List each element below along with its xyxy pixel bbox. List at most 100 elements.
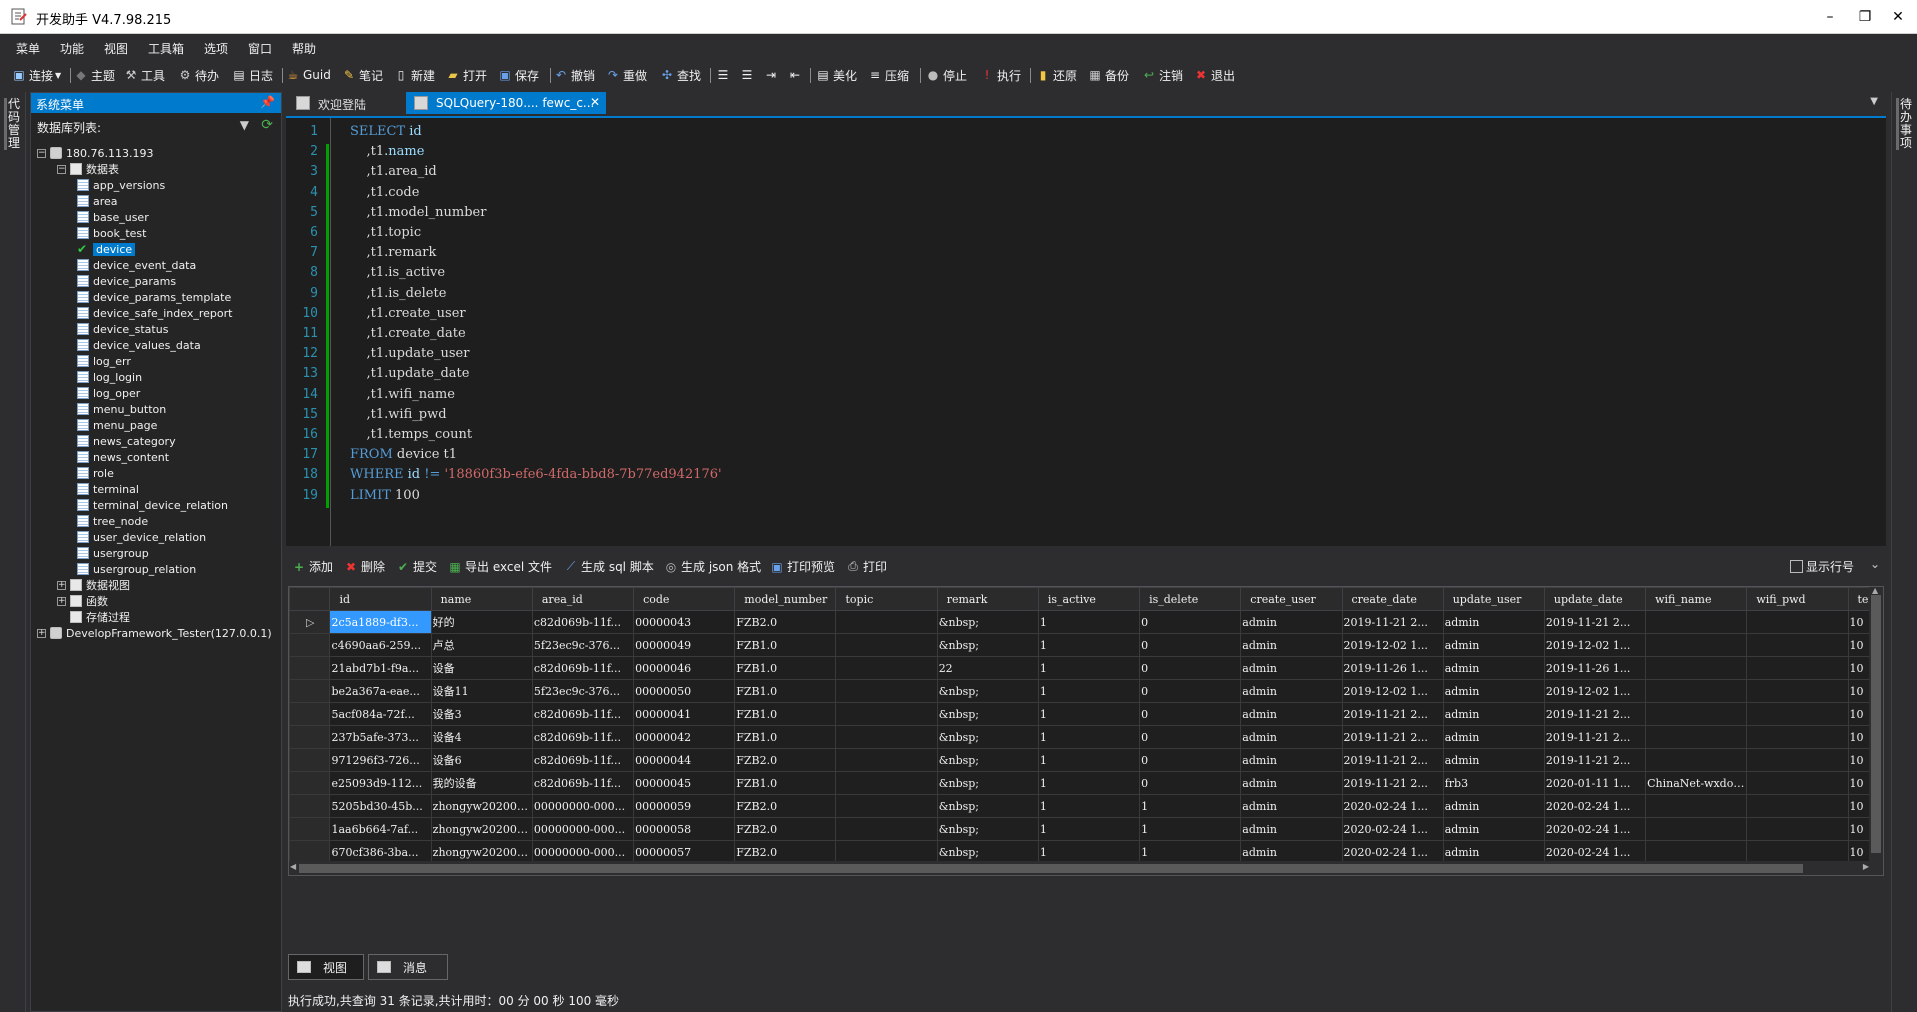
table-cell[interactable] <box>1645 656 1748 680</box>
table-cell[interactable]: zhongyw20200224 <box>430 817 533 841</box>
toolbar-theme-button[interactable]: ◆ 主题 <box>74 66 115 84</box>
table-cell[interactable]: 1 <box>1037 771 1141 795</box>
table-cell[interactable]: 0 <box>1139 656 1242 680</box>
table-cell[interactable]: FZB1.0 <box>734 771 837 795</box>
table-cell[interactable] <box>835 656 938 680</box>
column-header[interactable]: topic <box>835 587 938 611</box>
table-cell[interactable]: 1 <box>1139 817 1242 841</box>
table-cell[interactable]: 2020-02-24 1... <box>1543 817 1647 841</box>
table-cell[interactable]: 2019-11-21 2... <box>1543 702 1647 726</box>
table-cell[interactable]: FZB2.0 <box>734 610 837 634</box>
table-row[interactable]: 1aa6b664-7af... zhongyw20200224 00000000-0… <box>289 817 1880 841</box>
table-cell[interactable]: 1 <box>1037 610 1141 634</box>
column-header[interactable]: create_date <box>1341 587 1444 611</box>
grid-delete-button[interactable]: ✖ 删除 <box>344 558 385 575</box>
row-header[interactable] <box>289 656 331 680</box>
column-header[interactable]: update_date <box>1543 587 1647 611</box>
tab-dropdown-icon[interactable]: ▼ <box>1870 96 1878 107</box>
table-cell[interactable]: 21abd7b1-f9a... <box>329 656 432 680</box>
toolbar-backup-button[interactable]: ▦ 备份 <box>1088 66 1129 84</box>
tree-node-table[interactable]: menu_button <box>77 401 166 417</box>
table-cell[interactable]: 1aa6b664-7af... <box>329 817 432 841</box>
filter-icon[interactable]: ▼ <box>240 118 249 132</box>
table-cell[interactable]: FZB1.0 <box>734 633 837 657</box>
chevron-down-icon[interactable]: ⌄ <box>1870 557 1880 571</box>
table-cell[interactable]: admin <box>1240 794 1343 818</box>
table-cell[interactable]: 2020-01-11 1... <box>1543 771 1647 795</box>
table-cell[interactable]: FZB2.0 <box>734 748 837 772</box>
tree-node-table[interactable]: ✔ device <box>77 241 136 257</box>
vertical-scrollbar[interactable]: ▲▼ <box>1869 587 1883 875</box>
table-cell[interactable]: 2c5a1889-df3... <box>329 610 432 634</box>
table-cell[interactable]: admin <box>1442 725 1545 749</box>
table-cell[interactable] <box>1746 725 1849 749</box>
table-cell[interactable]: 设备4 <box>430 725 533 749</box>
toolbar-execute-button[interactable]: ! 执行 <box>980 66 1021 84</box>
table-cell[interactable]: 00000058 <box>633 817 736 841</box>
table-cell[interactable]: e25093d9-112... <box>329 771 432 795</box>
table-cell[interactable] <box>1645 633 1748 657</box>
table-cell[interactable]: 2019-11-21 2... <box>1341 771 1444 795</box>
table-cell[interactable]: admin <box>1442 702 1545 726</box>
table-cell[interactable]: 1 <box>1139 794 1242 818</box>
sql-editor[interactable]: 1 2 3 4 5 6 7 8 9 10 11 12 13 14 15 16 17 18 19 SELECT id … <box>286 116 1886 546</box>
table-cell[interactable]: 1 <box>1037 794 1141 818</box>
tree-node-table[interactable]: device_status <box>77 321 168 337</box>
toolbar-save-button[interactable]: ▣ 保存 <box>498 66 539 84</box>
grid-gen-sql-button[interactable]: ⟋ 生成 sql 脚本 <box>564 558 654 575</box>
toolbar-log-button[interactable]: ▤ 日志 <box>232 66 273 84</box>
toolbar-tools-button[interactable]: ⚒ 工具 <box>124 66 165 84</box>
table-cell[interactable]: 1 <box>1037 748 1141 772</box>
table-row[interactable]: 5acf084a-72f... 设备3 c82d069b-11f... 0000004… <box>289 702 1880 726</box>
row-header[interactable] <box>289 702 331 726</box>
table-cell[interactable]: 00000050 <box>633 679 736 703</box>
tree-node-table[interactable]: terminal_device_relation <box>77 497 228 513</box>
row-header[interactable] <box>289 817 331 841</box>
table-cell[interactable]: FZB1.0 <box>734 702 837 726</box>
table-cell[interactable] <box>835 725 938 749</box>
table-row[interactable]: 971296f3-726... 设备6 c82d069b-11f... 0000004… <box>289 748 1880 772</box>
table-cell[interactable]: 2019-11-21 2... <box>1341 748 1444 772</box>
table-cell[interactable] <box>1746 702 1849 726</box>
table-cell[interactable]: c82d069b-11f... <box>531 656 635 680</box>
table-cell[interactable]: frb3 <box>1442 771 1545 795</box>
toolbar-restore-button[interactable]: ▮ 还原 <box>1036 66 1077 84</box>
table-cell[interactable]: zhongyw20200224 <box>430 794 533 818</box>
table-cell[interactable]: 00000045 <box>633 771 736 795</box>
row-header[interactable] <box>289 794 331 818</box>
table-cell[interactable]: 0 <box>1139 771 1242 795</box>
tree-node-table[interactable]: menu_page <box>77 417 157 433</box>
table-cell[interactable]: admin <box>1240 725 1343 749</box>
table-cell[interactable] <box>835 702 938 726</box>
menu-item-options[interactable]: 选项 <box>204 40 228 57</box>
table-cell[interactable] <box>1746 794 1849 818</box>
horizontal-scrollbar[interactable]: ◀ ▶ <box>289 861 1883 875</box>
tree-node-functions-folder[interactable]: + 函数 <box>57 593 108 609</box>
table-row[interactable]: 5205bd30-45b... zhongyw20200224 00000000-0… <box>289 794 1880 818</box>
table-cell[interactable]: FZB2.0 <box>734 817 837 841</box>
table-row[interactable]: 21abd7b1-f9a... 设备 c82d069b-11f... 00000046… <box>289 656 1880 680</box>
table-cell[interactable]: 00000059 <box>633 794 736 818</box>
table-cell[interactable]: 2019-11-21 2... <box>1341 702 1444 726</box>
tree-node-table[interactable]: area <box>77 193 118 209</box>
toolbar-find-button[interactable]: ✣ 查找 <box>660 66 701 84</box>
tree-node-table[interactable]: tree_node <box>77 513 148 529</box>
table-cell[interactable]: 5f23ec9c-376... <box>531 679 635 703</box>
tree-node-table[interactable]: log_login <box>77 369 142 385</box>
table-cell[interactable]: &nbsp; <box>936 633 1039 657</box>
table-cell[interactable]: FZB1.0 <box>734 679 837 703</box>
table-cell[interactable]: 2019-12-02 1... <box>1341 633 1444 657</box>
table-cell[interactable] <box>1746 748 1849 772</box>
grid-add-button[interactable]: + 添加 <box>292 558 333 575</box>
table-cell[interactable]: 0 <box>1139 610 1242 634</box>
row-header[interactable] <box>289 725 331 749</box>
table-cell[interactable]: c82d069b-11f... <box>531 748 635 772</box>
tree-node-table[interactable]: usergroup <box>77 545 149 561</box>
table-cell[interactable]: &nbsp; <box>936 725 1039 749</box>
table-cell[interactable]: 971296f3-726... <box>329 748 432 772</box>
tree-node-table[interactable]: usergroup_relation <box>77 561 196 577</box>
table-cell[interactable] <box>1746 610 1849 634</box>
table-cell[interactable]: 1 <box>1037 679 1141 703</box>
pin-icon[interactable]: 📌 <box>260 95 275 109</box>
table-cell[interactable]: &nbsp; <box>936 794 1039 818</box>
